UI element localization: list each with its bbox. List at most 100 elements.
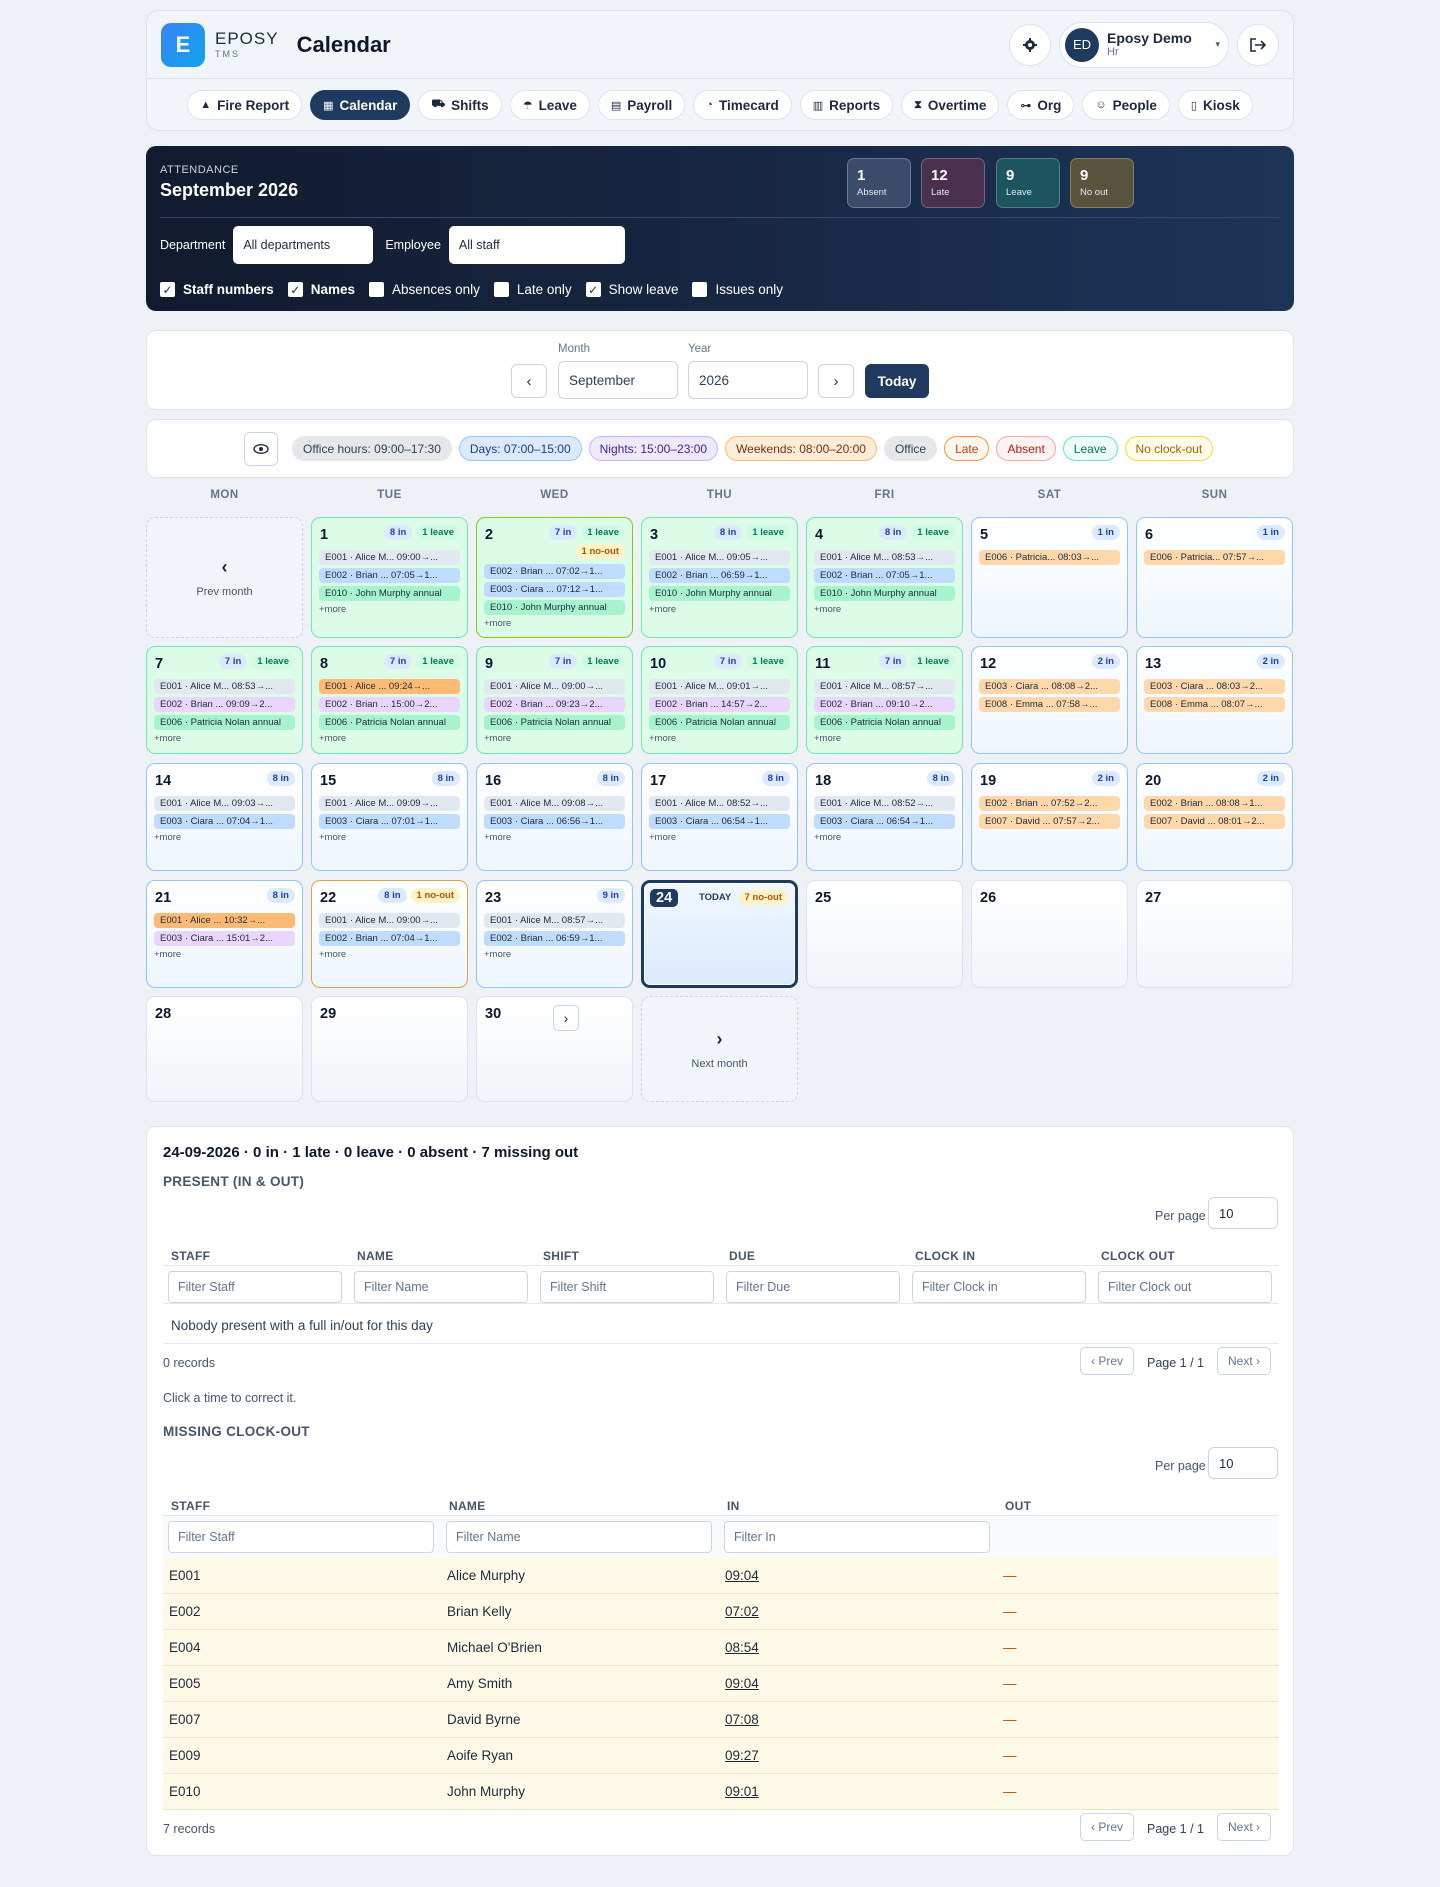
filter-input[interactable]: Filter Name	[446, 1521, 712, 1553]
shift-entry[interactable]: E003 · Ciara ... 07:12→1...	[484, 582, 625, 597]
more-link[interactable]: +more	[154, 733, 295, 744]
nav-org[interactable]: ⊶ Org	[1007, 90, 1075, 120]
shift-entry[interactable]: E001 · Alice M... 09:00→...	[484, 679, 625, 694]
present-prev-button[interactable]: ‹ Prev	[1080, 1347, 1135, 1375]
checkbox-absences-only[interactable]: Absences only	[369, 282, 480, 297]
day-cell[interactable]: 28	[146, 996, 303, 1102]
day-cell[interactable]: 11 7 in 1 leave E001 · Alice M... 08:57→...…	[806, 646, 963, 754]
checkbox-staff-numbers[interactable]: ✓ Staff numbers	[160, 282, 274, 297]
shift-entry[interactable]: E001 · Alice M... 08:57→...	[484, 913, 625, 928]
more-link[interactable]: +more	[319, 733, 460, 744]
more-link[interactable]: +more	[484, 949, 625, 960]
column-header[interactable]: NAME	[357, 1249, 394, 1263]
shift-entry[interactable]: E002 · Brian ... 09:10→2...	[814, 697, 955, 712]
shift-entry[interactable]: E001 · Alice M... 08:53→...	[154, 679, 295, 694]
more-link[interactable]: +more	[484, 832, 625, 843]
column-header[interactable]: CLOCK IN	[915, 1249, 975, 1263]
day-cell[interactable]: 24 TODAY 7 no-out	[641, 880, 798, 988]
nav-people[interactable]: ☺ People	[1082, 90, 1170, 120]
shift-entry[interactable]: E006 · Patricia Nolan annual	[649, 715, 790, 730]
prev-month-cell[interactable]: ‹ Prev month	[146, 517, 303, 638]
column-header[interactable]: STAFF	[171, 1499, 210, 1513]
shift-entry[interactable]: E002 · Brian ... 07:04→1...	[319, 931, 460, 946]
column-header[interactable]: STAFF	[171, 1249, 210, 1263]
day-cell[interactable]: 23 9 in E001 · Alice M... 08:57→... E002 · …	[476, 880, 633, 988]
shift-entry[interactable]: E003 · Ciara ... 06:54→1...	[649, 814, 790, 829]
day-cell[interactable]: 10 7 in 1 leave E001 · Alice M... 09:01→...…	[641, 646, 798, 754]
shift-entry[interactable]: E003 · Ciara ... 06:54→1...	[814, 814, 955, 829]
day-cell[interactable]: 97 in 1 leave E001 · Alice M... 09:00→... E…	[476, 646, 633, 754]
more-link[interactable]: +more	[814, 604, 955, 615]
shift-entry[interactable]: E010 · John Murphy annual	[649, 586, 790, 601]
nav-leave[interactable]: ☂ Leave	[509, 90, 590, 120]
shift-entry[interactable]: E002 · Brian ... 09:09→2...	[154, 697, 295, 712]
more-link[interactable]: +more	[319, 604, 460, 615]
shift-entry[interactable]: E006 · Patricia... 07:57→...	[1144, 550, 1285, 565]
year-input[interactable]: 2026	[688, 361, 808, 399]
day-cell[interactable]: 87 in 1 leave E001 · Alice ... 09:24→... E0…	[311, 646, 468, 754]
day-cell[interactable]: 18 8 in E001 · Alice M... 08:52→... E003 · …	[806, 763, 963, 871]
month-select[interactable]: September	[558, 361, 678, 399]
checkbox-box[interactable]: ✓	[585, 282, 601, 297]
shift-entry[interactable]: E002 · Brian ... 07:02→1...	[484, 564, 625, 579]
filter-input[interactable]: Filter In	[724, 1521, 990, 1553]
stat-card-late[interactable]: 12 Late	[921, 158, 985, 208]
clock-in-time-link[interactable]: 07:08	[725, 1712, 759, 1727]
day-cell[interactable]: 13 2 in E003 · Ciara ... 08:03→2... E008 · …	[1136, 646, 1293, 754]
shift-entry[interactable]: E008 · Emma ... 07:58→...	[979, 697, 1120, 712]
shift-entry[interactable]: E001 · Alice M... 08:53→...	[814, 550, 955, 565]
shift-entry[interactable]: E001 · Alice M... 09:01→...	[649, 679, 790, 694]
day-cell[interactable]: 19 2 in E002 · Brian ... 07:52→2... E007 · …	[971, 763, 1128, 871]
shift-entry[interactable]: E003 · Ciara ... 07:01→1...	[319, 814, 460, 829]
missing-next-button[interactable]: Next ›	[1217, 1813, 1272, 1841]
day-cell[interactable]: 77 in 1 leave E001 · Alice M... 08:53→... E…	[146, 646, 303, 754]
checkbox-issues-only[interactable]: Issues only	[692, 282, 783, 297]
shift-entry[interactable]: E010 · John Murphy annual	[814, 586, 955, 601]
shift-entry[interactable]: E003 · Ciara ... 08:08→2...	[979, 679, 1120, 694]
shift-entry[interactable]: E010 · John Murphy annual	[319, 586, 460, 601]
nav-payroll[interactable]: ▤ Payroll	[597, 90, 686, 120]
column-header[interactable]: IN	[727, 1499, 740, 1513]
day-cell[interactable]: 22 8 in 1 no-out E001 · Alice M... 09:00→..…	[311, 880, 468, 988]
day-cell[interactable]: 25	[806, 880, 963, 988]
shift-entry[interactable]: E006 · Patricia Nolan annual	[154, 715, 295, 730]
nav-reports[interactable]: ▥ Reports	[799, 90, 894, 120]
shift-entry[interactable]: E003 · Ciara ... 06:56→1...	[484, 814, 625, 829]
more-link[interactable]: +more	[649, 832, 790, 843]
missing-prev-button[interactable]: ‹ Prev	[1080, 1813, 1135, 1841]
checkbox-names[interactable]: ✓ Names	[287, 282, 355, 297]
filter-input[interactable]: Filter Staff	[168, 1521, 434, 1553]
prev-month-button[interactable]: ‹	[511, 364, 547, 398]
shift-entry[interactable]: E001 · Alice M... 09:09→...	[319, 796, 460, 811]
shift-entry[interactable]: E002 · Brian ... 15:00→2...	[319, 697, 460, 712]
nav-shifts[interactable]: ⛟ Shifts	[418, 90, 502, 120]
shift-entry[interactable]: E002 · Brian ... 14:57→2...	[649, 697, 790, 712]
more-link[interactable]: +more	[319, 832, 460, 843]
app-logo[interactable]: E	[161, 22, 205, 67]
stat-card-no-out[interactable]: 9 No out	[1070, 158, 1134, 208]
clock-in-time-link[interactable]: 09:01	[725, 1784, 759, 1799]
shift-entry[interactable]: E001 · Alice M... 08:52→...	[814, 796, 955, 811]
day-cell[interactable]: 16 8 in E001 · Alice M... 09:08→... E003 · …	[476, 763, 633, 871]
day-cell[interactable]: 48 in 1 leave E001 · Alice M... 08:53→... E…	[806, 517, 963, 638]
checkbox-box[interactable]: ✓	[160, 282, 175, 297]
shift-entry[interactable]: E002 · Brian ... 08:08→1...	[1144, 796, 1285, 811]
filter-input[interactable]: Filter Clock out	[1098, 1271, 1272, 1303]
checkbox-box[interactable]	[369, 282, 385, 297]
more-link[interactable]: +more	[814, 832, 955, 843]
shift-entry[interactable]: E002 · Brian ... 06:59→1...	[649, 568, 790, 583]
day-cell[interactable]: 18 in 1 leave E001 · Alice M... 09:00→... E…	[311, 517, 468, 638]
day-cell[interactable]: 29	[311, 996, 468, 1102]
shift-entry[interactable]: E001 · Alice M... 08:52→...	[649, 796, 790, 811]
nav-timecard[interactable]: ◔ Timecard	[693, 90, 792, 120]
user-menu[interactable]: ED Eposy Demo Hr ▾	[1059, 21, 1229, 68]
clock-in-time-link[interactable]: 08:54	[725, 1640, 759, 1655]
shift-entry[interactable]: E001 · Alice M... 09:05→...	[649, 550, 790, 565]
day-cell[interactable]: 20 2 in E002 · Brian ... 08:08→1... E007 · …	[1136, 763, 1293, 871]
present-next-button[interactable]: Next ›	[1217, 1347, 1272, 1375]
shift-entry[interactable]: E010 · John Murphy annual	[484, 600, 625, 615]
column-header[interactable]: SHIFT	[543, 1249, 579, 1263]
checkbox-box[interactable]	[493, 282, 509, 297]
more-link[interactable]: +more	[154, 949, 295, 960]
day-cell[interactable]: 14 8 in E001 · Alice M... 09:03→... E003 · …	[146, 763, 303, 871]
